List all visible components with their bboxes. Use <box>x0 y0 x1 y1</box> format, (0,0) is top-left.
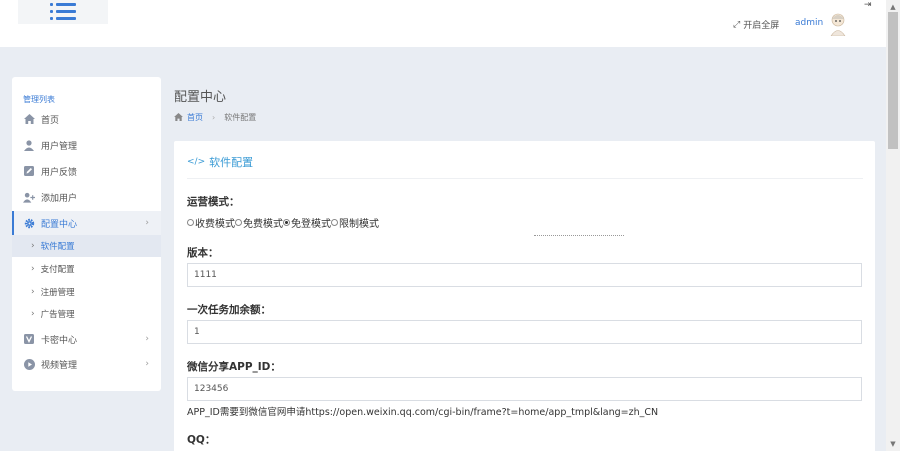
breadcrumb: 首页 › 软件配置 <box>174 112 256 123</box>
play-circle-icon <box>23 358 35 370</box>
sidebar: 管理列表 首页 用户管理 用户反馈 添加用户 配置中心 › › 软件配置 › 支… <box>12 77 161 391</box>
breadcrumb-separator: › <box>212 113 216 122</box>
sidebar-subitem-label: 广告管理 <box>40 310 75 320</box>
task-bonus-label: 一次任务加余额： <box>187 304 271 316</box>
sidebar-item-label: 用户管理 <box>41 141 78 152</box>
card-title-text: 软件配置 <box>209 156 254 169</box>
sidebar-item-label: 配置中心 <box>41 219 78 230</box>
menu-toggle-button[interactable] <box>18 0 108 24</box>
wechat-appid-help: APP_ID需要到微信官网申请https://open.weixin.qq.co… <box>187 407 659 418</box>
sidebar-subitem-label: 支付配置 <box>40 265 75 275</box>
fullscreen-label: 开启全屏 <box>743 21 780 31</box>
edit-icon <box>23 165 35 177</box>
caret-right-icon: › <box>31 241 35 251</box>
home-icon <box>23 113 35 125</box>
wechat-appid-input[interactable]: 123456 <box>187 377 862 401</box>
mode-radio-paid[interactable]: 收费模式 <box>187 215 235 230</box>
sidebar-item-label: 用户反馈 <box>41 167 78 178</box>
radio-label: 免费模式 <box>243 219 283 230</box>
sidebar-item-add-user[interactable]: 添加用户 <box>12 185 161 209</box>
chevron-right-icon: › <box>145 359 149 369</box>
sidebar-item-card-center[interactable]: 卡密中心 › <box>12 327 161 351</box>
sidebar-item-label: 添加用户 <box>41 193 78 204</box>
radio-button[interactable] <box>187 219 194 226</box>
sidebar-subitem-software-config[interactable]: › 软件配置 <box>12 235 161 257</box>
sidebar-item-label: 卡密中心 <box>41 335 78 346</box>
radio-label: 收费模式 <box>195 219 235 230</box>
fullscreen-button[interactable]: ⤢ 开启全屏 <box>733 18 780 32</box>
sidebar-subitem-label: 注册管理 <box>40 288 75 298</box>
radio-button[interactable] <box>235 219 242 226</box>
wechat-appid-label: 微信分享APP_ID： <box>187 361 281 373</box>
version-label: 版本： <box>187 247 219 259</box>
caret-right-icon: › <box>31 287 35 297</box>
sidebar-item-config-center[interactable]: 配置中心 › <box>12 211 161 235</box>
mode-radio-no-login[interactable]: 免登模式 <box>283 215 331 230</box>
caret-right-icon: › <box>31 264 35 274</box>
radio-label: 限制模式 <box>339 219 379 230</box>
radio-label: 免登模式 <box>291 219 331 230</box>
render-artifact <box>534 235 624 237</box>
mode-radio-limited[interactable]: 限制模式 <box>331 215 379 230</box>
vcard-icon <box>23 333 35 345</box>
radio-button[interactable] <box>331 219 338 226</box>
scroll-thumb[interactable] <box>888 12 898 149</box>
user-plus-icon <box>23 191 35 203</box>
code-icon: </> <box>187 157 206 167</box>
qq-label: QQ： <box>187 434 216 446</box>
sidebar-item-feedback[interactable]: 用户反馈 <box>12 159 161 183</box>
sidebar-subitem-registration[interactable]: › 注册管理 <box>12 281 161 303</box>
sidebar-subitem-label: 软件配置 <box>40 242 75 252</box>
breadcrumb-current: 软件配置 <box>224 113 257 122</box>
sidebar-item-users[interactable]: 用户管理 <box>12 133 161 157</box>
chevron-right-icon: › <box>145 218 149 228</box>
version-input[interactable]: 1111 <box>187 263 862 287</box>
sidebar-subitem-ads[interactable]: › 广告管理 <box>12 303 161 325</box>
logout-icon[interactable]: ⇥ <box>864 0 872 10</box>
gear-icon <box>23 217 35 229</box>
mode-radio-free[interactable]: 免费模式 <box>235 215 283 230</box>
breadcrumb-home-link[interactable]: 首页 <box>187 112 203 123</box>
sidebar-subitem-payment-config[interactable]: › 支付配置 <box>12 258 161 280</box>
caret-right-icon: › <box>31 309 35 319</box>
sidebar-title: 管理列表 <box>23 95 55 104</box>
user-icon <box>23 139 35 151</box>
chevron-right-icon: › <box>145 334 149 344</box>
sidebar-item-label: 首页 <box>41 115 60 126</box>
sidebar-item-label: 视频管理 <box>41 360 78 371</box>
top-header: ⤢ 开启全屏 admin ⇥ <box>0 0 886 47</box>
card-title: </> 软件配置 <box>187 154 253 170</box>
home-icon <box>174 112 183 123</box>
hamburger-icon <box>50 3 76 21</box>
avatar[interactable] <box>828 12 848 36</box>
page-scrollbar[interactable]: ▲ ▼ <box>886 0 900 451</box>
page-title: 配置中心 <box>174 90 227 105</box>
software-config-card: </> 软件配置 运营模式： 收费模式 免费模式 免登模式 限制模式 版本： 1… <box>174 141 875 451</box>
expand-icon: ⤢ <box>733 19 741 30</box>
card-divider <box>187 178 863 179</box>
scroll-down-icon[interactable]: ▼ <box>886 437 900 451</box>
mode-radio-group: 收费模式 免费模式 免登模式 限制模式 <box>187 215 379 230</box>
radio-button-selected[interactable] <box>283 219 290 226</box>
user-name-link[interactable]: admin <box>795 18 823 28</box>
sidebar-item-home[interactable]: 首页 <box>12 107 161 131</box>
mode-label: 运营模式： <box>187 196 240 208</box>
sidebar-item-video[interactable]: 视频管理 › <box>12 352 161 376</box>
task-bonus-input[interactable]: 1 <box>187 320 862 344</box>
